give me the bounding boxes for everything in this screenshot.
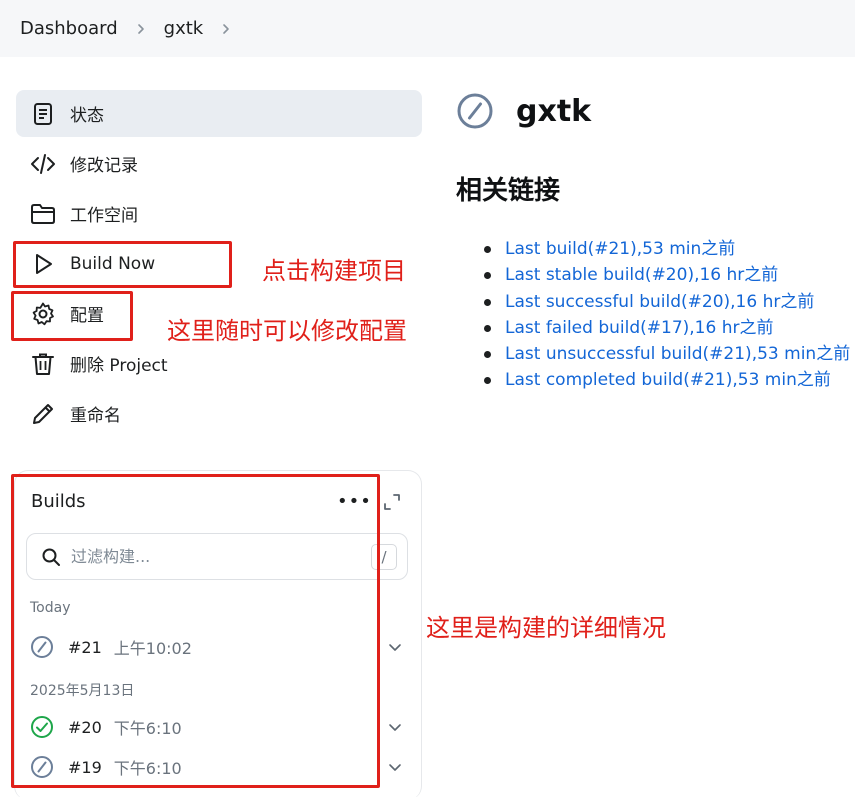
sidebar-item-label: 状态 [70,106,104,126]
sidebar-item-status[interactable]: 状态 [16,90,422,137]
link-last-build[interactable]: Last build(#21),53 min之前 [484,236,850,262]
sidebar-item-delete-project[interactable]: 删除 Project [16,340,422,387]
annotation-text-build-now: 点击构建项目 [262,257,406,285]
sidebar-item-changes[interactable]: 修改记录 [16,140,422,187]
annotation-text-builds: 这里是构建的详细情况 [426,614,666,642]
chevron-right-icon[interactable] [134,22,148,36]
link-last-failed-build[interactable]: Last failed build(#17),16 hr之前 [484,315,850,341]
link-last-completed-build[interactable]: Last completed build(#21),53 min之前 [484,367,850,393]
disabled-status-icon [457,93,493,129]
annotation-box-build-now [13,241,232,288]
project-name: gxtk [516,93,592,129]
sidebar-item-label: 删除 Project [70,356,168,376]
chevron-down-icon[interactable] [388,760,402,774]
related-links-list: Last build(#21),53 min之前 Last stable bui… [484,236,850,394]
breadcrumb: Dashboard gxtk [0,0,855,57]
chevron-right-icon[interactable] [219,22,233,36]
page-title: gxtk [456,92,591,130]
sidebar-item-label: 修改记录 [70,156,138,176]
annotation-box-builds [11,474,380,788]
link-last-unsuccessful-build[interactable]: Last unsuccessful build(#21),53 min之前 [484,341,850,367]
sidebar-item-rename[interactable]: 重命名 [16,390,422,437]
link-last-successful-build[interactable]: Last successful build(#20),16 hr之前 [484,289,850,315]
sidebar-item-workspace[interactable]: 工作空间 [16,190,422,237]
folder-icon [30,201,56,227]
pencil-icon [30,401,56,427]
related-links-heading: 相关链接 [456,176,561,206]
link-last-stable-build[interactable]: Last stable build(#20),16 hr之前 [484,262,850,288]
breadcrumb-project[interactable]: gxtk [164,18,204,39]
trash-icon [30,351,56,377]
expand-icon[interactable] [383,493,401,511]
sidebar-item-label: 工作空间 [70,206,138,226]
chevron-down-icon[interactable] [388,640,402,654]
annotation-text-configure: 这里随时可以修改配置 [167,317,407,345]
code-icon [30,151,56,177]
annotation-box-configure [11,291,133,341]
chevron-down-icon[interactable] [388,720,402,734]
breadcrumb-dashboard[interactable]: Dashboard [20,18,118,39]
sidebar-item-label: 重命名 [70,406,121,426]
document-icon [30,101,56,127]
